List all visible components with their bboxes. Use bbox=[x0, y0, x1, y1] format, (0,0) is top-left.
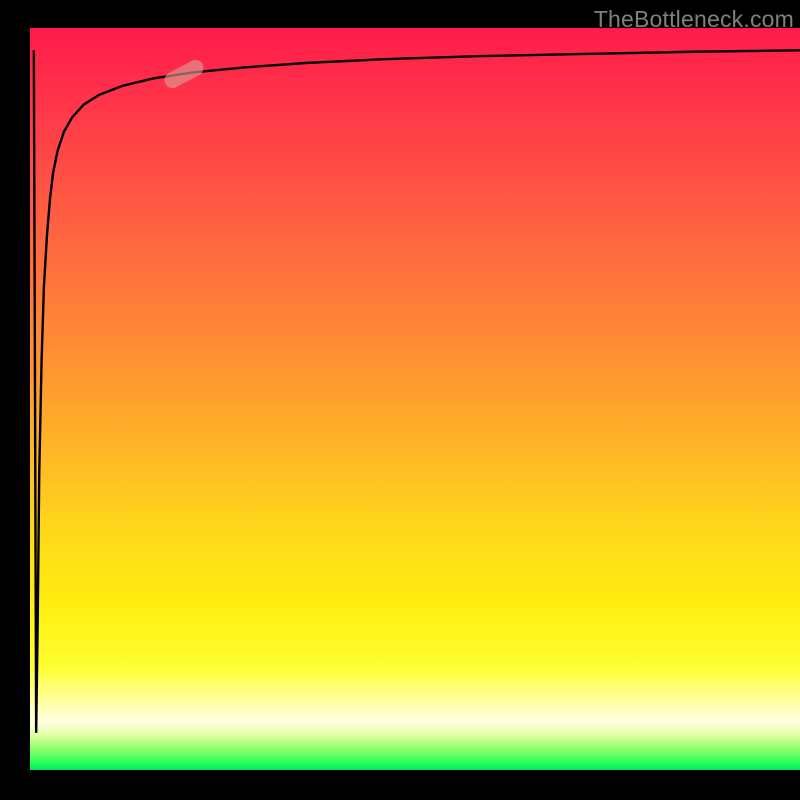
chart-container: TheBottleneck.com bbox=[0, 0, 800, 800]
curve-svg bbox=[30, 28, 800, 770]
plot-area bbox=[30, 28, 800, 770]
bottleneck-curve bbox=[34, 50, 800, 733]
